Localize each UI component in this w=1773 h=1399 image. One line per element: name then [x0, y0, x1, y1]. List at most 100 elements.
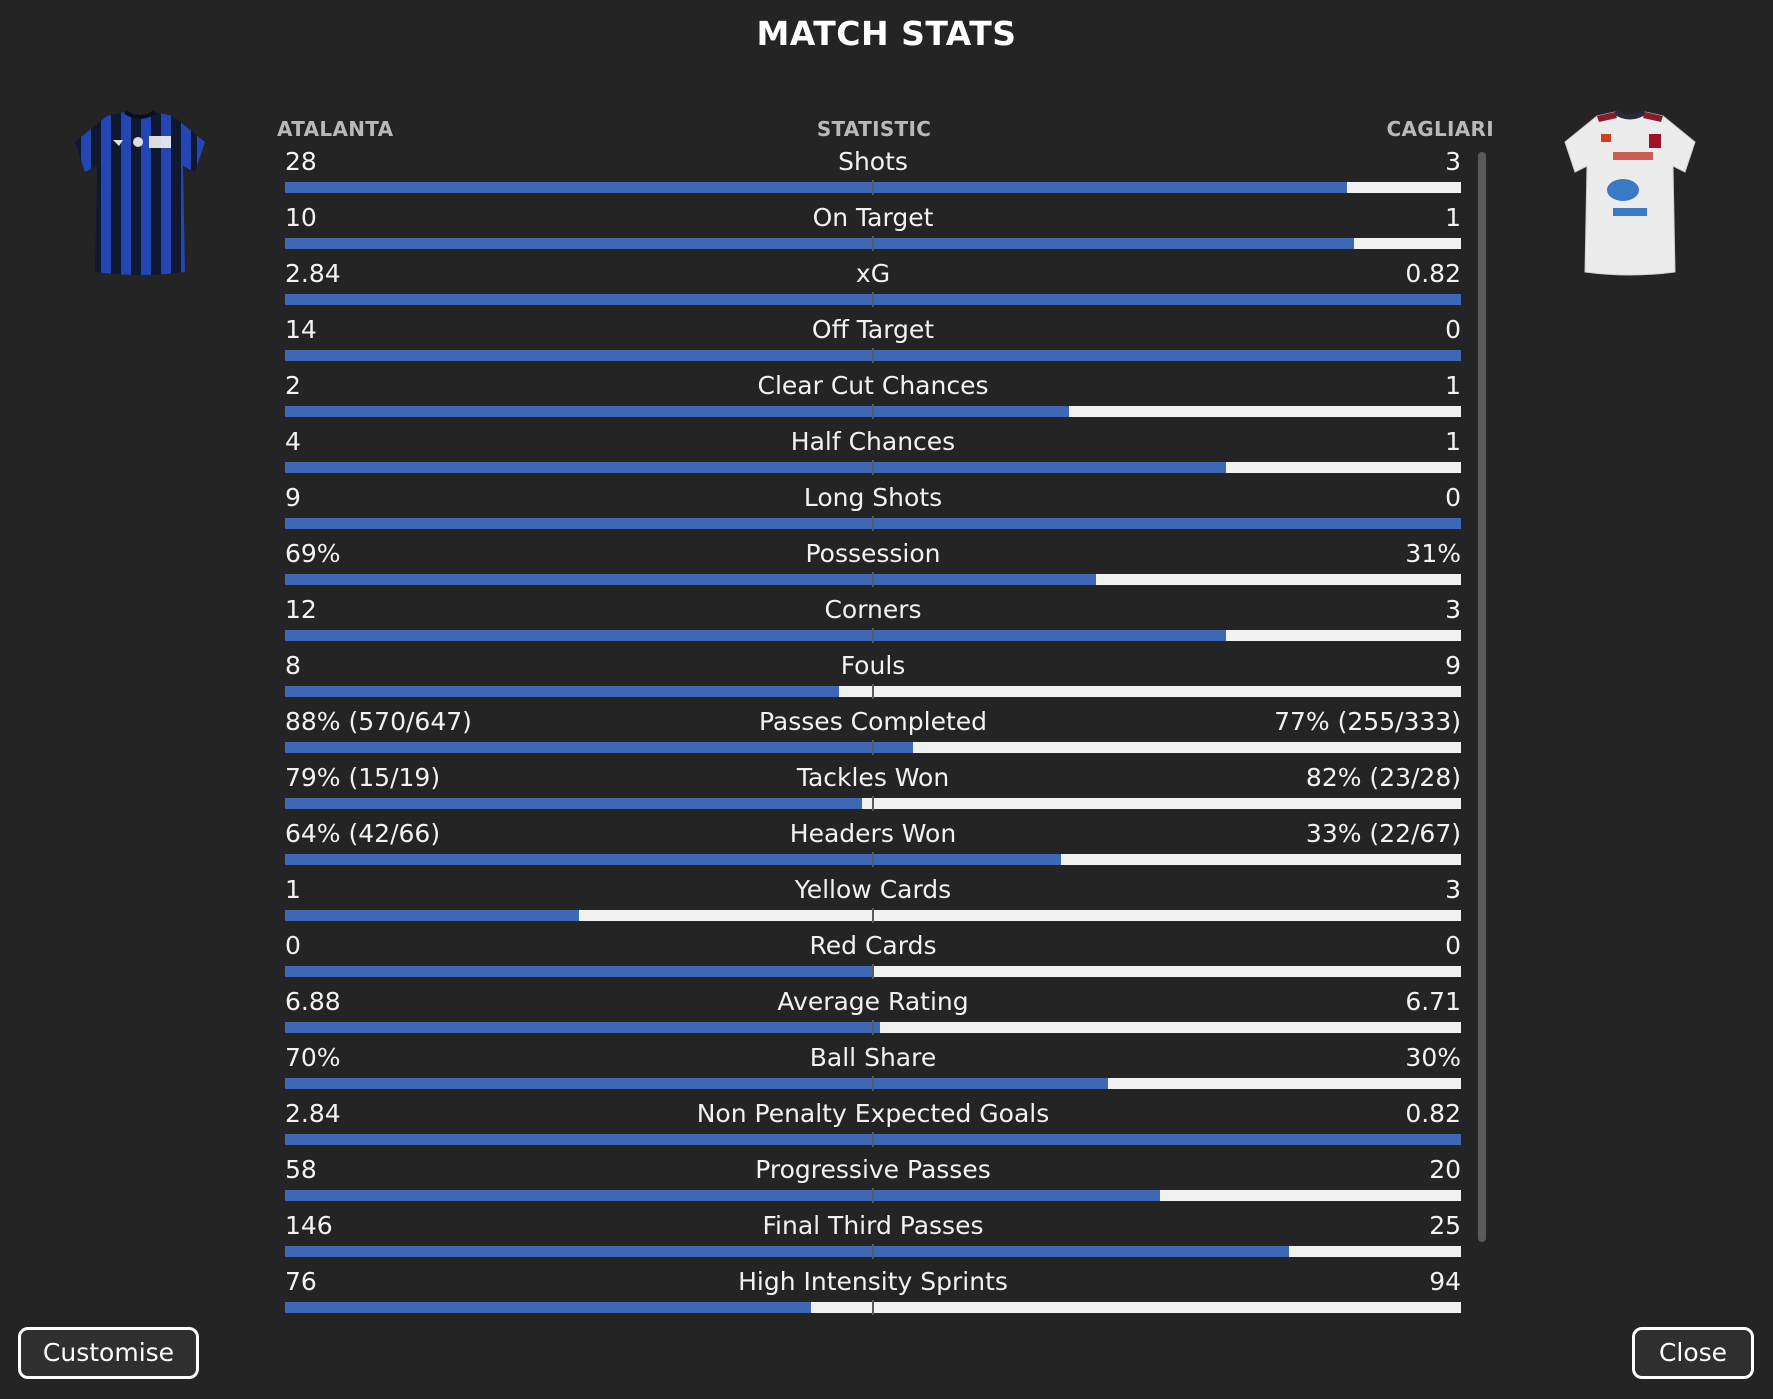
away-value: 3: [1445, 875, 1461, 904]
away-value: 30%: [1405, 1043, 1461, 1072]
stat-label: Ball Share: [809, 1043, 937, 1072]
home-value: 28: [285, 147, 317, 176]
home-share-fill: [285, 1190, 1160, 1201]
comparison-bar: [285, 572, 1461, 587]
away-value: 1: [1445, 203, 1461, 232]
away-value: 0: [1445, 483, 1461, 512]
stat-label: Red Cards: [809, 931, 937, 960]
comparison-bar: [285, 460, 1461, 475]
stats-list: Shots 28 3 On Target 10 1 xG 2.84 0.82 Off Target…: [285, 146, 1461, 1322]
comparison-bar: [285, 1020, 1461, 1035]
home-value: 0: [285, 931, 301, 960]
home-share-fill: [285, 462, 1226, 473]
stat-label: Average Rating: [777, 987, 969, 1016]
stat-label: Possession: [805, 539, 941, 568]
stat-label: Corners: [824, 595, 922, 624]
away-value: 1: [1445, 371, 1461, 400]
home-value: 79% (15/19): [285, 763, 441, 792]
comparison-bar: [285, 964, 1461, 979]
stat-row: Final Third Passes 146 25: [285, 1210, 1461, 1266]
stat-label: Non Penalty Expected Goals: [696, 1099, 1050, 1128]
center-marker: [872, 1076, 874, 1091]
home-share-fill: [285, 1302, 811, 1313]
comparison-bar: [285, 180, 1461, 195]
home-value: 12: [285, 595, 317, 624]
home-share-fill: [285, 1078, 1109, 1089]
home-share-fill: [285, 854, 1062, 865]
away-value: 3: [1445, 147, 1461, 176]
home-value: 146: [285, 1211, 333, 1240]
away-value: 0: [1445, 315, 1461, 344]
home-share-fill: [285, 1022, 881, 1033]
center-marker: [872, 572, 874, 587]
stat-row: Progressive Passes 58 20: [285, 1154, 1461, 1210]
home-share-fill: [285, 1246, 1290, 1257]
center-marker: [872, 292, 874, 307]
stat-row: Clear Cut Chances 2 1: [285, 370, 1461, 426]
away-value: 25: [1429, 1211, 1461, 1240]
away-value: 6.71: [1405, 987, 1461, 1016]
comparison-bar: [285, 348, 1461, 363]
away-value: 77% (255/333): [1274, 707, 1461, 736]
home-value: 6.88: [285, 987, 341, 1016]
home-share-fill: [285, 406, 1070, 417]
comparison-bar: [285, 1300, 1461, 1315]
stat-label: Long Shots: [803, 483, 943, 512]
stat-label: Off Target: [811, 315, 935, 344]
home-share-fill: [285, 574, 1097, 585]
comparison-bar: [285, 1188, 1461, 1203]
comparison-bar: [285, 796, 1461, 811]
stat-label: Final Third Passes: [762, 1211, 984, 1240]
stat-label: Shots: [838, 147, 908, 176]
comparison-bar: [285, 404, 1461, 419]
away-value: 82% (23/28): [1305, 763, 1461, 792]
stat-row: Shots 28 3: [285, 146, 1461, 202]
home-value: 10: [285, 203, 317, 232]
center-marker: [872, 1020, 874, 1035]
center-marker: [872, 1132, 874, 1147]
center-marker: [872, 516, 874, 531]
page-title: MATCH STATS: [756, 14, 1017, 53]
home-share-fill: [285, 966, 873, 977]
stat-label: xG: [855, 259, 891, 288]
home-share-fill: [285, 182, 1347, 193]
stat-row: xG 2.84 0.82: [285, 258, 1461, 314]
away-value: 0.82: [1405, 259, 1461, 288]
center-marker: [872, 348, 874, 363]
center-marker: [872, 1188, 874, 1203]
comparison-bar: [285, 1076, 1461, 1091]
center-marker: [872, 852, 874, 867]
center-marker: [872, 796, 874, 811]
home-share-fill: [285, 910, 579, 921]
home-value: 4: [285, 427, 301, 456]
stat-row: Non Penalty Expected Goals 2.84 0.82: [285, 1098, 1461, 1154]
stat-label: Clear Cut Chances: [757, 371, 989, 400]
customise-button[interactable]: Customise: [18, 1327, 199, 1379]
close-button[interactable]: Close: [1632, 1327, 1754, 1379]
stat-label: Yellow Cards: [794, 875, 952, 904]
comparison-bar: [285, 740, 1461, 755]
away-value: 31%: [1405, 539, 1461, 568]
away-value: 3: [1445, 595, 1461, 624]
comparison-bar: [285, 908, 1461, 923]
stat-row: Passes Completed 88% (570/647) 77% (255/33…: [285, 706, 1461, 762]
stat-row: High Intensity Sprints 76 94: [285, 1266, 1461, 1322]
center-marker: [872, 908, 874, 923]
stat-label: Headers Won: [789, 819, 957, 848]
stat-row: Ball Share 70% 30%: [285, 1042, 1461, 1098]
stat-row: Off Target 14 0: [285, 314, 1461, 370]
center-marker: [872, 1244, 874, 1259]
away-value: 1: [1445, 427, 1461, 456]
stat-label: Progressive Passes: [755, 1155, 991, 1184]
home-share-fill: [285, 686, 839, 697]
stat-label: High Intensity Sprints: [738, 1267, 1008, 1296]
home-value: 14: [285, 315, 317, 344]
scrollbar[interactable]: [1478, 152, 1486, 1242]
stat-label: Tackles Won: [796, 763, 950, 792]
home-value: 1: [285, 875, 301, 904]
home-value: 2.84: [285, 1099, 341, 1128]
home-share-fill: [285, 798, 863, 809]
stat-row: Headers Won 64% (42/66) 33% (22/67): [285, 818, 1461, 874]
home-value: 9: [285, 483, 301, 512]
home-value: 64% (42/66): [285, 819, 441, 848]
